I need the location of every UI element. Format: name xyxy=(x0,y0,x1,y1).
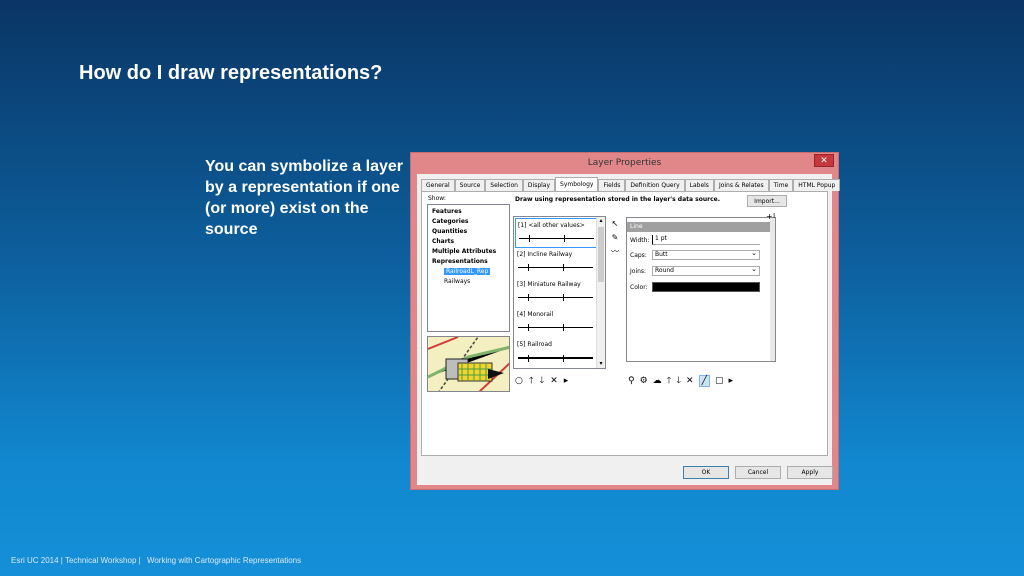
tab-fields[interactable]: Fields xyxy=(598,179,626,191)
delete-icon[interactable]: ✕ xyxy=(550,376,558,386)
tab-labels[interactable]: Labels xyxy=(684,179,714,191)
color-row: Color: xyxy=(630,282,760,292)
rule-label: [1] <all other values> xyxy=(518,222,585,229)
scrollbar-thumb[interactable] xyxy=(598,227,604,282)
tree-item-label: RailroadL_Rep xyxy=(444,268,491,275)
representation-description: Draw using representation stored in the … xyxy=(515,196,720,203)
scroll-up-icon[interactable]: ▴ xyxy=(597,217,605,225)
more-icon[interactable]: ▸ xyxy=(564,376,569,386)
edit-tool-icon[interactable]: ✎ xyxy=(608,231,622,245)
show-label: Show: xyxy=(428,195,446,202)
width-label: Width: xyxy=(630,236,650,244)
dialog-title: Layer Properties xyxy=(587,158,662,168)
geometric-effect-icon[interactable]: ☁ xyxy=(653,376,662,386)
rule-line-preview xyxy=(518,324,593,331)
layer-header: Line xyxy=(627,222,772,232)
tab-symbology[interactable]: Symbology xyxy=(555,177,599,191)
close-button[interactable]: ✕ xyxy=(814,154,834,167)
rule-line-preview xyxy=(518,264,593,271)
move-down-icon[interactable]: 🡓 xyxy=(676,373,681,389)
rule-item[interactable]: [5] Railroad xyxy=(515,338,597,368)
joins-row: Joins: Round xyxy=(630,265,760,276)
tab-time[interactable]: Time xyxy=(768,179,794,191)
slide-title: How do I draw representations? xyxy=(79,62,383,84)
rule-label: [5] Railroad xyxy=(517,341,552,348)
rule-item[interactable]: [2] Incline Railway xyxy=(515,248,597,278)
slide-body-text: You can symbolize a layer by a represent… xyxy=(205,158,404,238)
stroke-layer-icon[interactable]: ╱ xyxy=(698,375,711,387)
tab-general[interactable]: General xyxy=(421,179,455,191)
color-label: Color: xyxy=(630,283,648,291)
ok-button[interactable]: OK xyxy=(683,466,729,479)
rules-scrollbar[interactable]: ▴ ▾ xyxy=(596,217,605,368)
tree-item-features[interactable]: Features xyxy=(432,207,509,217)
add-layer-icon[interactable]: ⚲ xyxy=(628,376,635,386)
representation-rules-list: [1] <all other values> [2] Incline Railw… xyxy=(513,216,606,369)
tab-strip: General Source Selection Display Symbolo… xyxy=(421,177,841,191)
tree-item-railways[interactable]: Railways xyxy=(432,277,509,287)
width-row: Width: 1 pt xyxy=(630,235,760,245)
joins-dropdown[interactable]: Round xyxy=(652,265,760,276)
rule-label: [2] Incline Railway xyxy=(517,251,573,258)
add-effect-icon[interactable]: ⚙ xyxy=(640,376,648,386)
footer-event: Esri UC 2014 | Technical Workshop | xyxy=(11,556,141,565)
tree-item-label: Railways xyxy=(444,278,471,285)
color-swatch[interactable] xyxy=(652,282,760,292)
fill-layer-icon[interactable]: ▢ xyxy=(715,376,724,386)
rule-line-preview xyxy=(519,235,594,242)
tree-item-multiple-attributes[interactable]: Multiple Attributes xyxy=(432,247,509,257)
symbology-panel: Show: Features Categories Quantities Cha… xyxy=(421,191,828,456)
apply-button[interactable]: Apply xyxy=(787,466,833,479)
layer-properties-editor: +| Line Width: 1 pt Caps: Butt Joins: Ro… xyxy=(626,212,776,362)
tab-selection[interactable]: Selection xyxy=(485,179,523,191)
tree-item-representations[interactable]: Representations xyxy=(432,257,509,267)
caps-row: Caps: Butt xyxy=(630,249,760,260)
cancel-button[interactable]: Cancel xyxy=(735,466,781,479)
tab-joins-relates[interactable]: Joins & Relates xyxy=(713,179,769,191)
renderer-tree: Features Categories Quantities Charts Mu… xyxy=(427,204,510,332)
move-up-icon[interactable]: 🡑 xyxy=(529,373,534,389)
layers-toolbar: ⚲ ⚙ ☁ 🡑 🡓 ✕ ╱ ▢ ▸ xyxy=(628,373,733,389)
tab-display[interactable]: Display xyxy=(522,179,556,191)
stroke-tool-icon[interactable]: 〰 xyxy=(608,245,622,259)
rule-line-preview xyxy=(518,294,593,301)
rule-label: [3] Miniature Railway xyxy=(517,281,581,288)
close-icon: ✕ xyxy=(820,156,828,166)
layer-properties-dialog: Layer Properties ✕ General Source Select… xyxy=(410,152,841,490)
scroll-down-icon[interactable]: ▾ xyxy=(597,360,605,368)
tree-item-charts[interactable]: Charts xyxy=(432,237,509,247)
delete-icon[interactable]: ✕ xyxy=(686,376,694,386)
properties-scrollbar[interactable] xyxy=(770,218,775,361)
preview-thumbnail xyxy=(427,336,510,392)
caps-dropdown[interactable]: Butt xyxy=(652,249,760,260)
rule-item[interactable]: [3] Miniature Railway xyxy=(515,278,597,308)
tab-definition-query[interactable]: Definition Query xyxy=(625,179,685,191)
more-icon[interactable]: ▸ xyxy=(729,376,734,386)
import-button[interactable]: Import... xyxy=(747,195,787,207)
tab-html-popup[interactable]: HTML Popup xyxy=(793,179,841,191)
add-rule-icon[interactable]: ○ xyxy=(515,376,523,386)
rule-item[interactable]: [4] Monorail xyxy=(515,308,597,338)
rule-item[interactable]: [1] <all other values> xyxy=(515,218,597,248)
slide-footer: Esri UC 2014 | Technical Workshop | Work… xyxy=(11,556,301,565)
rule-line-preview xyxy=(518,355,593,362)
tree-item-railroadl-rep[interactable]: RailroadL_Rep xyxy=(432,267,509,277)
rule-tool-strip: ↖ ✎ 〰 xyxy=(608,217,622,259)
joins-label: Joins: xyxy=(630,267,647,275)
move-down-icon[interactable]: 🡓 xyxy=(540,373,545,389)
tree-item-categories[interactable]: Categories xyxy=(432,217,509,227)
caps-label: Caps: xyxy=(630,251,647,259)
dialog-client: General Source Selection Display Symbolo… xyxy=(417,174,841,485)
width-field[interactable]: 1 pt xyxy=(652,235,760,245)
footer-session: Working with Cartographic Representation… xyxy=(146,556,302,565)
move-up-icon[interactable]: 🡑 xyxy=(667,373,672,389)
rule-label: [4] Monorail xyxy=(517,311,554,318)
tree-item-quantities[interactable]: Quantities xyxy=(432,227,509,237)
map-preview-image xyxy=(428,337,509,391)
select-tool-icon[interactable]: ↖ xyxy=(608,217,622,231)
tab-source[interactable]: Source xyxy=(454,179,486,191)
rules-toolbar: ○ 🡑 🡓 ✕ ▸ xyxy=(515,373,568,389)
